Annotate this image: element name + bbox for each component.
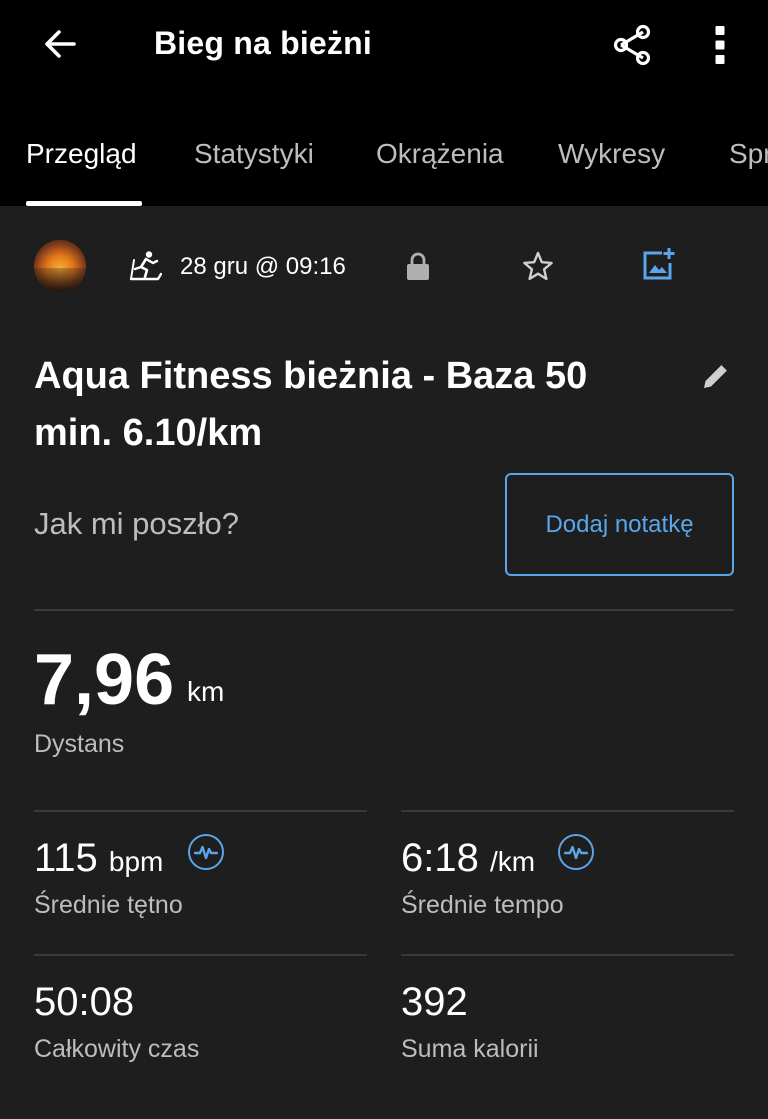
distance-value: 7,96 [34, 640, 175, 720]
back-button[interactable] [36, 22, 84, 66]
edit-pencil-icon[interactable] [698, 358, 734, 394]
treadmill-run-icon [129, 251, 162, 281]
app-bar: Bieg na bieżni Przegląd Statystyki Okrąż… [0, 0, 768, 206]
total-time-value: 50:08 [34, 980, 135, 1024]
activity-info-row: 28 gru @ 09:16 [0, 236, 768, 298]
add-photo-icon[interactable] [640, 246, 676, 282]
divider [401, 954, 734, 956]
avg-pace-stat: 6:18 /km [401, 834, 535, 886]
tab-statistics[interactable]: Statystyki [194, 138, 314, 170]
tab-charts[interactable]: Wykresy [558, 138, 665, 170]
tab-laps[interactable]: Okrążenia [376, 138, 504, 170]
divider [34, 609, 734, 611]
avg-pace-label: Średnie tempo [401, 891, 564, 919]
pace-zone-badge[interactable] [558, 834, 594, 870]
add-note-button[interactable]: Dodaj notatkę [505, 473, 734, 576]
more-options-button[interactable] [698, 18, 742, 72]
heart-rate-wave-icon [194, 845, 218, 860]
avg-hr-stat: 115 bpm [34, 834, 163, 886]
avg-hr-label: Średnie tętno [34, 891, 183, 919]
calories-value: 392 [401, 980, 468, 1024]
hr-zone-badge[interactable] [188, 834, 224, 870]
avg-hr-unit: bpm [108, 846, 164, 877]
how-did-it-go-prompt: Jak mi poszło? [34, 506, 240, 541]
avg-pace-value: 6:18 [401, 836, 479, 880]
activity-title: Aqua Fitness bieżnia - Baza 50 min. 6.10… [34, 355, 588, 454]
more-vert-icon [715, 26, 725, 64]
star-outline-icon[interactable] [520, 249, 556, 283]
tab-more[interactable]: Spr [729, 138, 768, 170]
lock-icon[interactable] [404, 250, 432, 282]
divider [34, 810, 367, 812]
distance-unit: km [187, 676, 225, 707]
page-title: Bieg na bieżni [154, 25, 372, 61]
tab-bar: Przegląd Statystyki Okrążenia Wykresy Sp… [0, 120, 768, 206]
active-tab-indicator [26, 201, 142, 206]
tab-overview[interactable]: Przegląd [26, 138, 137, 170]
share-icon [613, 24, 651, 66]
heart-rate-wave-icon [564, 845, 588, 860]
total-time-label: Całkowity czas [34, 1035, 200, 1063]
calories-label: Suma kalorii [401, 1035, 539, 1063]
divider [34, 954, 367, 956]
avg-pace-unit: /km [489, 846, 536, 877]
avatar[interactable] [34, 240, 86, 292]
divider [401, 810, 734, 812]
avg-hr-value: 115 [34, 836, 98, 880]
arrow-left-icon [45, 30, 76, 58]
share-button[interactable] [604, 18, 660, 72]
distance-label: Dystans [34, 730, 125, 758]
activity-date: 28 gru @ 09:16 [180, 253, 346, 280]
